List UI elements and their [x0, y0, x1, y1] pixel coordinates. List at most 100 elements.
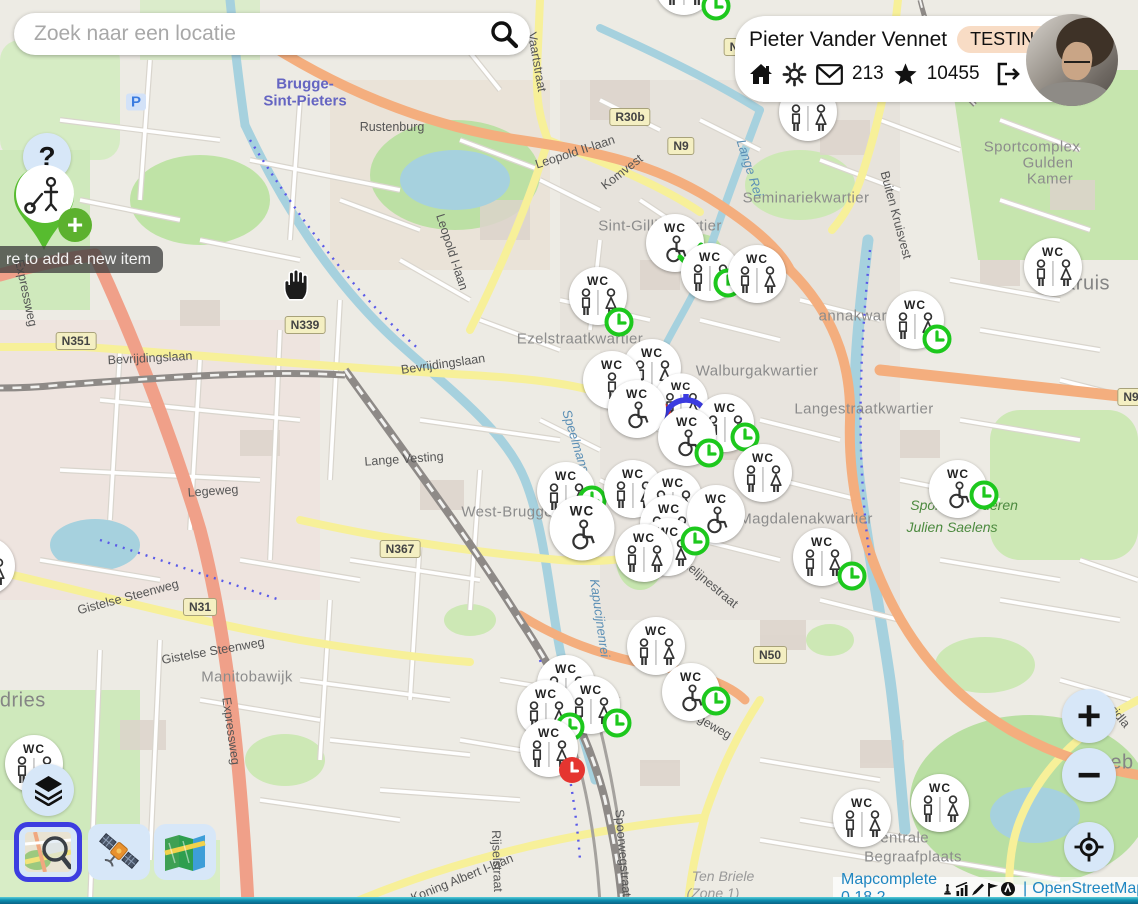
wc-marker[interactable]: WC	[1024, 238, 1082, 296]
wc-marker-label: WC	[705, 493, 727, 505]
wc-marker[interactable]: WC	[911, 774, 969, 832]
wc-marker-label: WC	[662, 477, 684, 489]
mw-pictogram-icon	[837, 810, 887, 840]
user-avatar[interactable]	[1026, 14, 1118, 106]
wheel-pictogram-icon	[565, 519, 599, 553]
wc-marker-label: WC	[671, 381, 691, 392]
mw-pictogram-icon	[1028, 259, 1078, 289]
chart-icon[interactable]	[955, 882, 969, 897]
red-clock-badge	[557, 755, 587, 785]
mw-pictogram-icon	[915, 795, 965, 825]
envelope-icon[interactable]	[816, 64, 843, 85]
logout-icon[interactable]	[995, 61, 1021, 87]
attribution-separator: |	[1023, 880, 1027, 898]
search-icon[interactable]	[488, 18, 520, 50]
wc-marker-label: WC	[947, 468, 969, 480]
wc-marker-label: WC	[811, 536, 833, 548]
wc-marker-label: WC	[601, 359, 623, 371]
wc-marker-label: WC	[851, 797, 873, 809]
wc-marker-circle: WC	[911, 774, 969, 832]
mw-pictogram-icon	[619, 545, 669, 575]
wc-marker-label: WC	[714, 402, 736, 414]
add-item-tooltip: re to add a new item	[0, 246, 163, 273]
wc-marker[interactable]: WC	[833, 789, 891, 847]
openstreetmap-link[interactable]: OpenStreetMap	[1032, 880, 1138, 898]
star-icon	[893, 62, 918, 86]
avatar-shoulders	[1036, 82, 1110, 106]
wc-marker-label: WC	[622, 468, 644, 480]
wc-marker-circle: WC	[728, 245, 786, 303]
green-clock-badge	[680, 526, 710, 556]
map-markers-layer: WC WC WC WC WC WC WC WC WC WC WC WC WC WC WC WC WC WC WC WC…	[0, 0, 1138, 904]
folded-map-style-icon	[163, 833, 207, 871]
zoom-out-button[interactable]: −	[1062, 748, 1116, 802]
wc-marker-label: WC	[23, 743, 45, 755]
green-clock-badge	[701, 686, 731, 716]
green-clock-badge	[604, 307, 634, 337]
wc-marker-label: WC	[676, 416, 698, 428]
wc-marker-label: WC	[587, 275, 609, 287]
statue-icon[interactable]	[941, 882, 954, 897]
home-icon[interactable]	[749, 62, 773, 86]
bottom-theme-bar	[0, 897, 1138, 904]
wc-marker-circle: WC	[833, 789, 891, 847]
user-name: Pieter Vander Vennet	[749, 28, 947, 52]
plus-icon[interactable]: +	[58, 208, 92, 242]
wc-marker-label: WC	[664, 222, 686, 234]
wc-marker[interactable]: WC	[569, 267, 627, 325]
wc-marker[interactable]: WC	[793, 528, 851, 586]
geolocate-icon	[1073, 831, 1105, 863]
wc-marker-label: WC	[1042, 246, 1064, 258]
green-clock-badge	[922, 324, 952, 354]
wc-marker[interactable]: WC	[520, 719, 578, 777]
wc-marker-label: WC	[555, 663, 577, 675]
wc-marker[interactable]: WC	[655, 0, 713, 15]
satellite-style-icon	[96, 831, 142, 873]
changeset-count: 10455	[927, 63, 980, 85]
green-clock-badge	[602, 708, 632, 738]
layers-button[interactable]	[22, 764, 74, 816]
pencil-icon[interactable]	[970, 882, 985, 897]
mw-pictogram-icon	[783, 104, 833, 134]
background-style-satellite-button[interactable]	[88, 824, 150, 880]
wc-marker[interactable]: WC	[734, 444, 792, 502]
green-clock-badge	[694, 438, 724, 468]
wc-marker[interactable]: WC	[886, 291, 944, 349]
wc-marker[interactable]: WC	[0, 537, 15, 595]
wc-marker[interactable]: WC	[550, 496, 615, 561]
wc-marker[interactable]: WC	[662, 663, 720, 721]
wc-marker-label: WC	[746, 253, 768, 265]
background-style-osm-button[interactable]	[14, 822, 82, 882]
wc-marker[interactable]: WC	[728, 245, 786, 303]
wc-marker-circle: WC	[1024, 238, 1082, 296]
wc-marker-label: WC	[641, 347, 663, 359]
wc-marker-label: WC	[633, 532, 655, 544]
wc-marker-circle: WC	[734, 444, 792, 502]
wc-marker[interactable]: WC	[615, 524, 673, 582]
osm-map-style-icon	[25, 832, 71, 872]
flag-icon[interactable]	[986, 882, 999, 897]
geolocate-button[interactable]	[1064, 822, 1114, 872]
wc-marker-label: WC	[904, 299, 926, 311]
wc-marker-label: WC	[680, 671, 702, 683]
wc-marker-label: WC	[752, 452, 774, 464]
zoom-in-button[interactable]: +	[1062, 689, 1116, 743]
wc-marker-label: WC	[699, 251, 721, 263]
background-style-map-button[interactable]	[154, 824, 216, 880]
wc-marker-label: WC	[538, 727, 560, 739]
wc-marker-circle: WC	[550, 496, 615, 561]
mw-pictogram-icon	[0, 558, 11, 588]
wc-marker-label: WC	[580, 684, 602, 696]
community-icon[interactable]	[1000, 881, 1016, 897]
mw-pictogram-icon	[738, 465, 788, 495]
wc-marker[interactable]: WC	[658, 408, 716, 466]
wc-marker-label: WC	[535, 688, 557, 700]
wheel-pictogram-icon	[622, 401, 652, 431]
mw-pictogram-icon	[732, 266, 782, 296]
wc-marker[interactable]: WC	[929, 460, 987, 518]
wc-marker-label: WC	[658, 503, 680, 515]
gear-icon[interactable]	[782, 62, 807, 87]
wc-marker-label: WC	[570, 504, 595, 517]
search-input[interactable]	[32, 21, 488, 47]
messages-count: 213	[852, 63, 884, 85]
